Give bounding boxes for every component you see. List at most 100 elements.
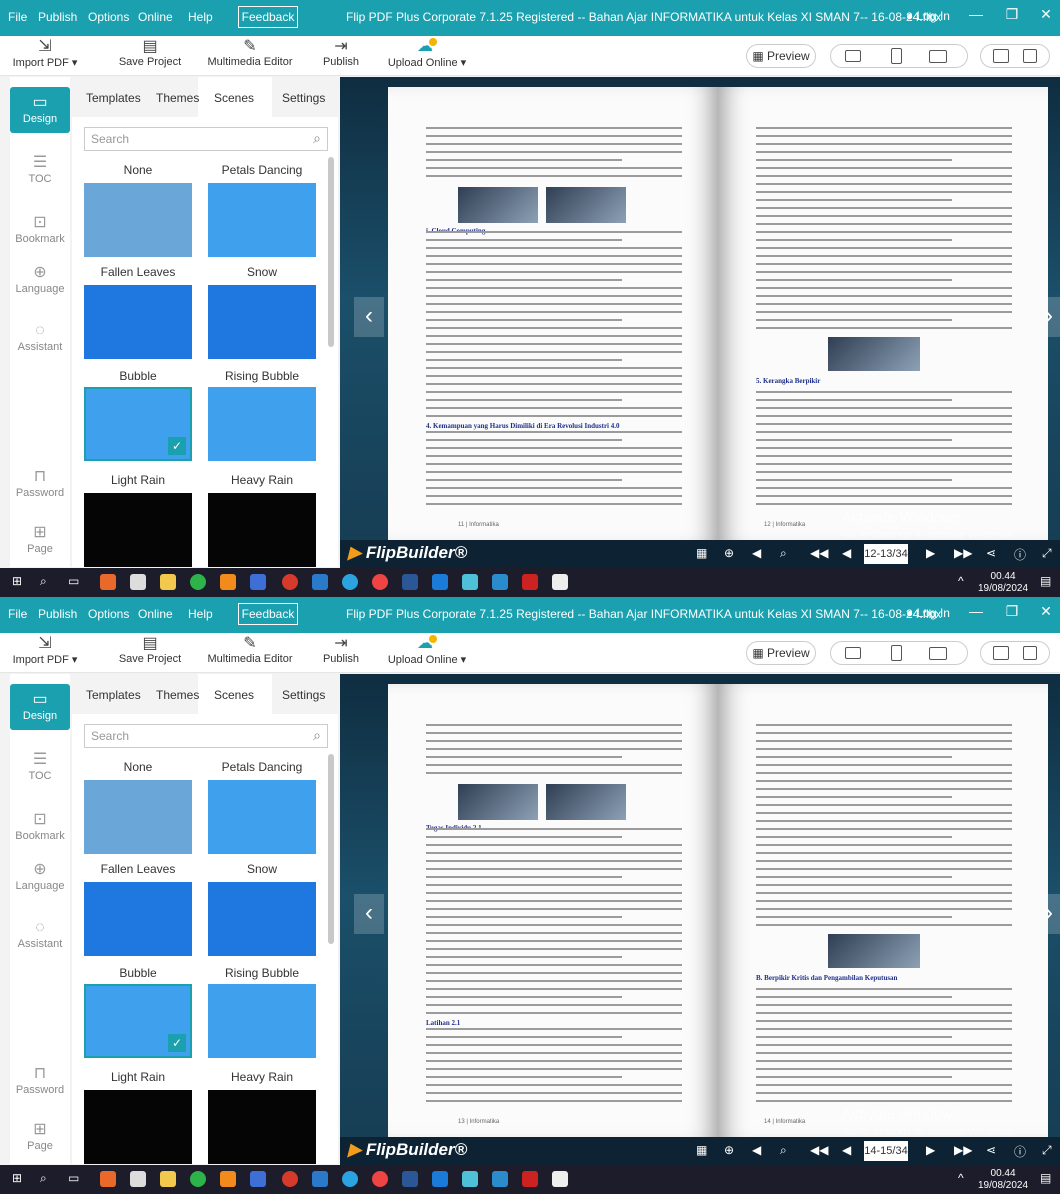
windows-start-icon[interactable]: ⊞: [12, 1171, 22, 1185]
search-icon[interactable]: ⌕: [780, 1143, 787, 1158]
publish-button[interactable]: ⇥ Publish: [318, 38, 364, 68]
app-icon[interactable]: [250, 574, 266, 590]
scene-thumb-light-rain[interactable]: ✓: [84, 387, 192, 461]
scene-thumb-dark-2[interactable]: [208, 493, 316, 567]
fullscreen-icon[interactable]: ⤢: [1042, 546, 1052, 561]
panel-scrollbar[interactable]: [328, 157, 334, 347]
prev-page-button[interactable]: ‹: [354, 297, 384, 337]
menu-help[interactable]: Help: [188, 10, 213, 24]
tab-settings[interactable]: Settings: [282, 91, 325, 105]
login-button[interactable]: ● Log In: [906, 606, 950, 620]
menu-online[interactable]: Online: [138, 607, 173, 621]
feedback-button[interactable]: Feedback: [238, 6, 298, 28]
share-icon[interactable]: ⋖: [986, 546, 996, 560]
publish-button[interactable]: ⇥ Publish: [318, 635, 364, 665]
explorer-icon[interactable]: [160, 1171, 176, 1187]
search-input[interactable]: Search ⌕: [84, 127, 328, 151]
menu-file[interactable]: File: [8, 10, 27, 24]
scene-thumb-heavy-rain[interactable]: [208, 387, 316, 461]
rail-page[interactable]: ⊞ Page: [10, 1120, 70, 1152]
desktop-view-icon[interactable]: [845, 50, 861, 62]
store-icon[interactable]: [130, 1171, 146, 1187]
last-page-icon[interactable]: ▶▶: [954, 546, 972, 560]
chevron-up-icon[interactable]: ^: [958, 1171, 964, 1185]
scene-thumb-heavy-rain[interactable]: [208, 984, 316, 1058]
tablet-view-icon[interactable]: [929, 647, 947, 660]
vlc-icon[interactable]: [220, 574, 236, 590]
next-icon[interactable]: ▶: [926, 546, 935, 560]
import-pdf-button[interactable]: ⇲ Import PDF ▾: [10, 635, 80, 666]
app-icon[interactable]: [250, 1171, 266, 1187]
zoom-icon[interactable]: ⊕: [724, 1143, 734, 1157]
info-icon[interactable]: ⓘ: [1014, 1143, 1026, 1160]
search-icon[interactable]: ⌕: [780, 546, 787, 561]
tablet-view-icon[interactable]: [929, 50, 947, 63]
scene-thumb-bubble[interactable]: [84, 285, 192, 359]
page-indicator[interactable]: 12-13/34: [864, 544, 908, 564]
telegram-icon[interactable]: [342, 1171, 358, 1187]
app-icon-2[interactable]: [282, 1171, 298, 1187]
double-page-icon[interactable]: [993, 49, 1009, 63]
page-indicator[interactable]: 14-15/34: [864, 1141, 908, 1161]
panel-scrollbar[interactable]: [328, 754, 334, 944]
clock[interactable]: 00.44 19/08/2024: [978, 571, 1028, 595]
menu-publish[interactable]: Publish: [38, 10, 77, 24]
menu-help[interactable]: Help: [188, 607, 213, 621]
book-page-left[interactable]: Tugas Individu 2.1 Latihan 2.1 13 | Info…: [388, 684, 718, 1139]
tab-scenes[interactable]: Scenes: [214, 688, 254, 702]
edge-icon[interactable]: [432, 574, 448, 590]
menu-options[interactable]: Options: [88, 607, 129, 621]
info-icon[interactable]: ⓘ: [1014, 546, 1026, 563]
vlc-icon[interactable]: [220, 1171, 236, 1187]
tab-templates[interactable]: Templates: [86, 688, 141, 702]
notification-icon[interactable]: ▤: [1040, 1171, 1051, 1185]
thumbnails-icon[interactable]: ▦: [696, 546, 707, 560]
next-page-button[interactable]: ›: [1034, 894, 1060, 934]
firefox-icon[interactable]: [100, 574, 116, 590]
rail-toc[interactable]: ☰ TOC: [10, 153, 70, 185]
edge-icon[interactable]: [432, 1171, 448, 1187]
feedback-button[interactable]: Feedback: [238, 603, 298, 625]
rail-password[interactable]: ⊓ Password: [10, 1064, 70, 1096]
next-icon[interactable]: ▶: [926, 1143, 935, 1157]
photoshop-icon[interactable]: [312, 574, 328, 590]
word-icon[interactable]: [402, 1171, 418, 1187]
photoshop-icon[interactable]: [312, 1171, 328, 1187]
prev-page-button[interactable]: ‹: [354, 894, 384, 934]
windows-start-icon[interactable]: ⊞: [12, 574, 22, 588]
thumbnails-icon[interactable]: ▦: [696, 1143, 707, 1157]
telegram-icon[interactable]: [342, 574, 358, 590]
scene-thumb-snow[interactable]: [208, 183, 316, 257]
app-icon-4[interactable]: [522, 574, 538, 590]
chrome-2-icon[interactable]: [372, 574, 388, 590]
chevron-up-icon[interactable]: ^: [958, 574, 964, 588]
rail-assistant[interactable]: ◌ Assistant: [10, 918, 70, 950]
book-page-left[interactable]: i. Cloud Computing 4. Kemampuan yang Har…: [388, 87, 718, 542]
app-icon-2[interactable]: [282, 574, 298, 590]
phone-view-icon[interactable]: [891, 645, 902, 661]
app-icon-5[interactable]: [552, 574, 568, 590]
desktop-view-icon[interactable]: [845, 647, 861, 659]
search-input[interactable]: Search ⌕: [84, 724, 328, 748]
zoom-icon[interactable]: ⊕: [724, 546, 734, 560]
import-pdf-button[interactable]: ⇲ Import PDF ▾: [10, 38, 80, 69]
tab-themes[interactable]: Themes: [156, 688, 199, 702]
single-page-icon[interactable]: [1023, 49, 1037, 63]
maximize-button[interactable]: ❐: [1000, 6, 1024, 23]
scene-thumb-snow[interactable]: [208, 780, 316, 854]
flipbuilder-task-icon[interactable]: [462, 574, 478, 590]
clock[interactable]: 00.44 19/08/2024: [978, 1168, 1028, 1192]
phone-view-icon[interactable]: [891, 48, 902, 64]
rail-language[interactable]: ⊕ Language: [10, 860, 70, 892]
scene-thumb-dark-1[interactable]: [84, 1090, 192, 1164]
rail-toc[interactable]: ☰ TOC: [10, 750, 70, 782]
minimize-button[interactable]: —: [964, 603, 988, 619]
rail-bookmark[interactable]: ⊡ Bookmark: [10, 810, 70, 842]
task-view-icon[interactable]: ▭: [68, 1171, 79, 1185]
double-page-icon[interactable]: [993, 646, 1009, 660]
word-icon[interactable]: [402, 574, 418, 590]
rail-design[interactable]: ▭ Design: [10, 87, 70, 133]
scene-thumb-bubble[interactable]: [84, 882, 192, 956]
save-project-button[interactable]: ▤ Save Project: [112, 38, 188, 68]
menu-file[interactable]: File: [8, 607, 27, 621]
